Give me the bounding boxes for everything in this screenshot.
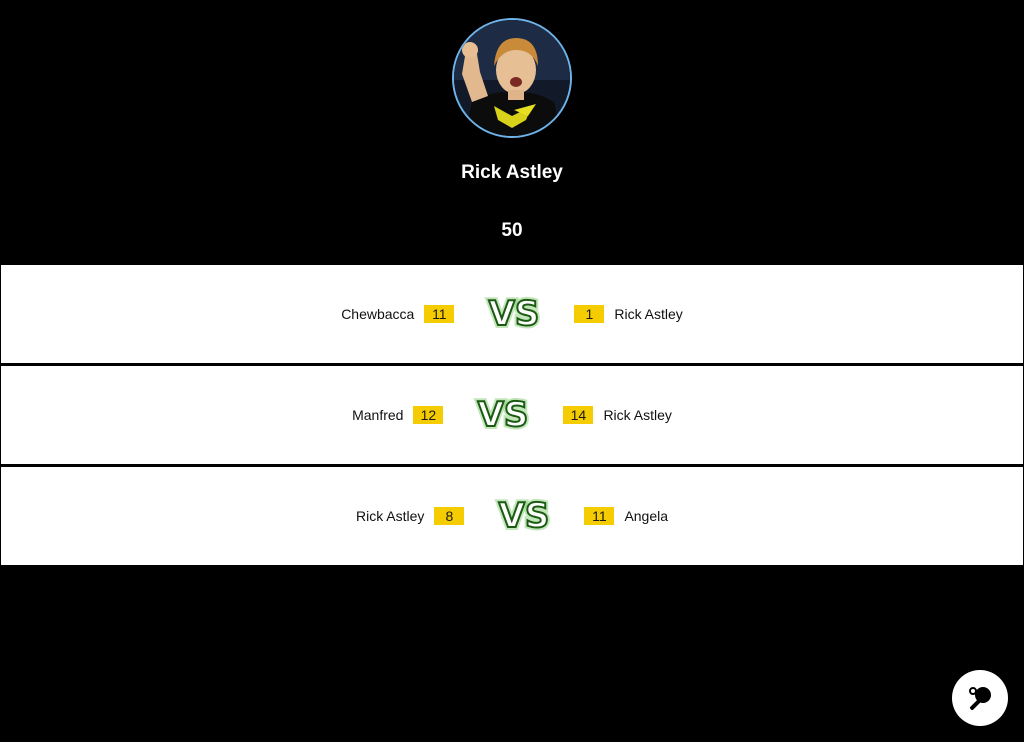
right-player-name: Rick Astley: [603, 407, 672, 423]
vs-icon: VS VS: [482, 294, 546, 334]
left-player-score: 12: [413, 406, 444, 424]
left-player-score: 8: [434, 507, 465, 525]
vs-icon: VS VS: [471, 395, 535, 435]
svg-text:VS: VS: [499, 496, 550, 536]
right-player-score: 11: [584, 507, 615, 525]
match-row[interactable]: Chewbacca 11 VS VS 1 Rick Astley: [0, 264, 1024, 364]
match-row[interactable]: Rick Astley 8 VS VS 11 Angela: [0, 466, 1024, 566]
match-row[interactable]: Manfred 12 VS VS 14 Rick Astley: [0, 365, 1024, 465]
left-player-name: Rick Astley: [355, 508, 425, 524]
left-player-name: Manfred: [352, 407, 404, 423]
right-player-name: Rick Astley: [614, 306, 683, 322]
left-player-name: Chewbacca: [341, 306, 415, 322]
player-name: Rick Astley: [461, 162, 563, 183]
right-player-score: 14: [563, 406, 594, 424]
player-photo-icon: [454, 20, 570, 136]
match-list: Chewbacca 11 VS VS 1 Rick Astley Manfred…: [0, 264, 1024, 566]
right-player-score: 1: [574, 305, 605, 323]
ping-pong-paddle-icon: [969, 687, 991, 711]
new-match-button[interactable]: [952, 670, 1008, 726]
left-player-score: 11: [424, 305, 455, 323]
player-total-score: 50: [501, 220, 523, 241]
player-profile: Rick Astley 50: [0, 0, 1024, 265]
svg-text:VS: VS: [489, 294, 540, 334]
player-avatar[interactable]: [452, 18, 572, 138]
svg-text:VS: VS: [478, 395, 529, 435]
vs-icon: VS VS: [492, 496, 556, 536]
right-player-name: Angela: [624, 508, 669, 524]
